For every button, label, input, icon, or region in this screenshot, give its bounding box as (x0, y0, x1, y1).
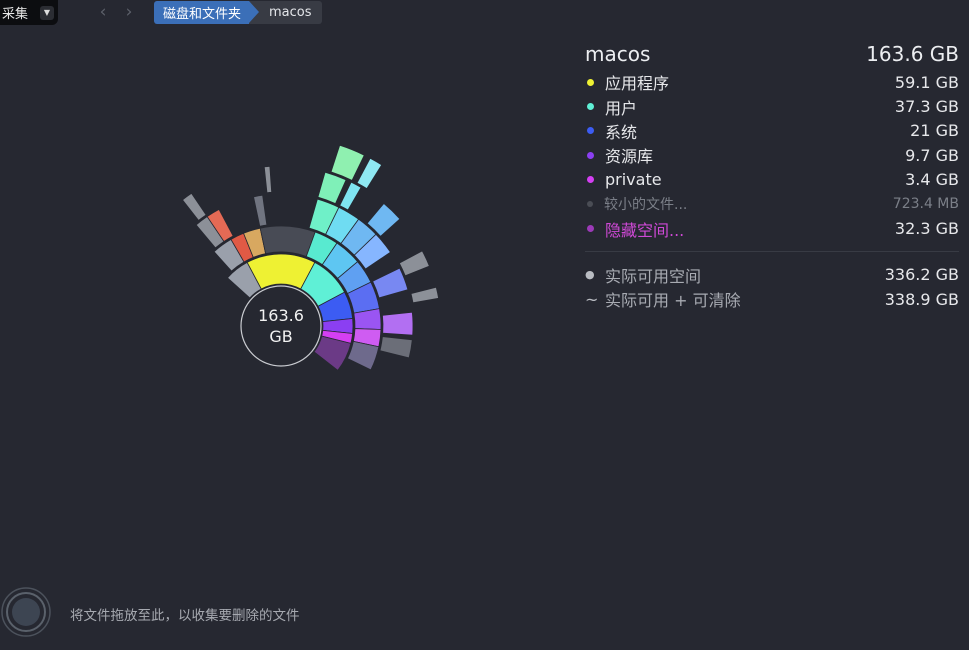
category-row[interactable]: 较小的文件... 723.4 MB (585, 192, 959, 216)
segment-outer2[interactable] (410, 286, 440, 304)
category-size: 59.1 GB (894, 72, 959, 92)
segment-outer[interactable] (372, 267, 409, 299)
category-row[interactable]: 资源库 9.7 GB (585, 143, 959, 167)
center-total-unit: GB (269, 327, 293, 346)
segment-outer2[interactable] (398, 250, 430, 277)
category-dot-icon (587, 176, 594, 184)
category-dot-icon (587, 151, 594, 159)
category-name: 较小的文件... (604, 197, 688, 214)
category-name: 资源库 (605, 147, 654, 167)
segment-outer2[interactable] (181, 192, 207, 221)
free-space-size: 336.2 GB (884, 265, 959, 285)
category-name: 用户 (605, 98, 638, 118)
category-size: 3.4 GB (905, 170, 959, 190)
category-name: 系统 (605, 122, 638, 142)
category-row[interactable]: 应用程序 59.1 GB (585, 70, 959, 94)
category-name: private (605, 170, 662, 190)
segment-outer2[interactable] (263, 165, 273, 194)
free-space-row: ● 实际可用空间 336.2 GB (585, 263, 959, 288)
category-size: 21 GB (910, 121, 959, 141)
category-size: 9.7 GB (905, 145, 959, 165)
category-row[interactable]: 用户 37.3 GB (585, 94, 959, 118)
summary-header: macos 163.6 GB (585, 38, 959, 70)
center-total: 163.6 GB (241, 286, 321, 366)
segment-outer2[interactable] (317, 171, 347, 205)
purgeable-label: 实际可用 + 可清除 (605, 291, 741, 311)
summary-panel: macos 163.6 GB 应用程序 59.1 GB 用户 37.3 GB 系统 21 … (585, 38, 959, 312)
tilde-icon: ~ (585, 289, 599, 309)
free-space-label: 实际可用空间 (605, 266, 702, 286)
segment-hidden-sub[interactable] (346, 340, 380, 371)
segment-app-sub[interactable] (259, 225, 316, 257)
segment-outer[interactable] (379, 336, 413, 359)
category-row[interactable]: private 3.4 GB (585, 168, 959, 192)
category-size: 723.4 MB (892, 196, 959, 213)
category-dot-icon (587, 201, 593, 208)
category-row[interactable]: 隐藏空间... 32.3 GB (585, 216, 959, 240)
category-name: 隐藏空间... (605, 220, 685, 240)
folder-total: 163.6 GB (866, 42, 959, 66)
category-dot-icon (587, 225, 594, 233)
purgeable-row: ~ 实际可用 + 可清除 338.9 GB (585, 287, 959, 312)
category-size: 37.3 GB (894, 97, 959, 117)
segment-outer3[interactable] (330, 144, 365, 181)
category-row[interactable]: 系统 21 GB (585, 119, 959, 143)
category-list: 应用程序 59.1 GB 用户 37.3 GB 系统 21 GB 资源库 9.7 GB priv… (585, 70, 959, 241)
category-dot-icon (587, 78, 594, 86)
center-total-value: 163.6 (258, 306, 304, 325)
divider (585, 250, 959, 252)
purgeable-size: 338.9 GB (884, 289, 959, 309)
segment-outer[interactable] (382, 311, 414, 336)
category-dot-icon (587, 103, 594, 111)
category-size: 32.3 GB (894, 219, 959, 239)
free-dot-icon: ● (585, 268, 595, 282)
category-name: 应用程序 (605, 74, 670, 94)
collector-ring-icon[interactable] (0, 584, 56, 640)
category-dot-icon (587, 127, 594, 135)
segment-outer[interactable] (253, 194, 268, 227)
drop-hint-text: 将文件拖放至此，以收集要删除的文件 (70, 608, 300, 624)
folder-name: macos (585, 42, 651, 66)
